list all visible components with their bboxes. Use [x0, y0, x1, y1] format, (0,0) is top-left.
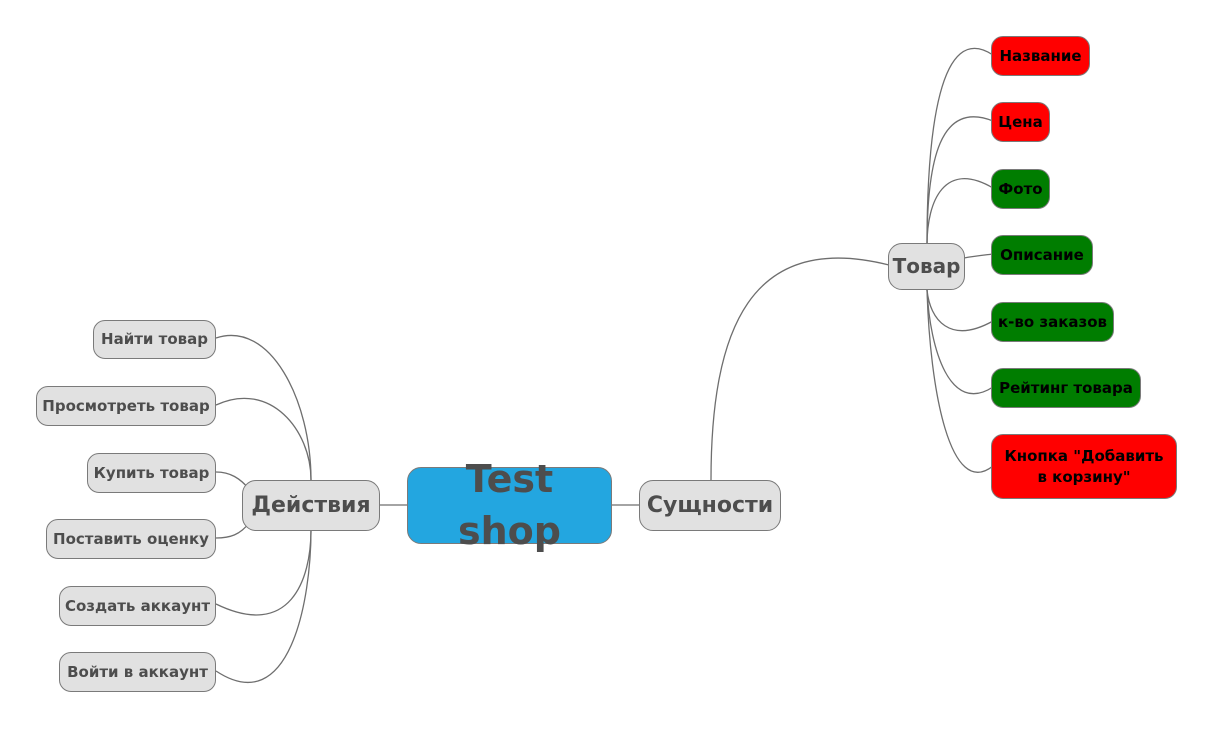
attr-rating[interactable]: Рейтинг товара	[991, 368, 1141, 408]
product-node[interactable]: Товар	[888, 243, 965, 290]
action-rate[interactable]: Поставить оценку	[46, 519, 216, 559]
edge-actions-find	[215, 335, 312, 481]
edge-product-desc	[963, 253, 994, 259]
entities-node[interactable]: Сущности	[639, 480, 781, 531]
edge-actions-login	[215, 529, 312, 684]
edge-product-photo	[926, 178, 994, 246]
attr-price[interactable]: Цена	[991, 102, 1050, 142]
attr-description[interactable]: Описание	[991, 235, 1093, 275]
action-view-product[interactable]: Просмотреть товар	[36, 386, 216, 426]
attr-name[interactable]: Название	[991, 36, 1090, 76]
attr-photo[interactable]: Фото	[991, 169, 1050, 209]
actions-node[interactable]: Действия	[242, 480, 380, 531]
attr-add-to-cart-button[interactable]: Кнопка "Добавить в корзину"	[991, 434, 1177, 499]
edge-entities-product	[710, 257, 890, 481]
edge-product-orders	[926, 289, 994, 332]
edge-actions-view	[215, 397, 312, 481]
action-find-product[interactable]: Найти товар	[93, 320, 216, 359]
edge-product-name	[926, 47, 994, 246]
action-create-account[interactable]: Создать аккаунт	[59, 586, 216, 626]
root-node[interactable]: Test shop	[407, 457, 612, 553]
edge-actions-create	[215, 529, 312, 616]
attr-order-count[interactable]: к-во заказов	[991, 302, 1114, 342]
action-login[interactable]: Войти в аккаунт	[59, 652, 216, 692]
edge-product-rating	[926, 289, 994, 395]
edge-product-price	[926, 116, 994, 246]
action-buy-product[interactable]: Купить товар	[87, 453, 216, 493]
